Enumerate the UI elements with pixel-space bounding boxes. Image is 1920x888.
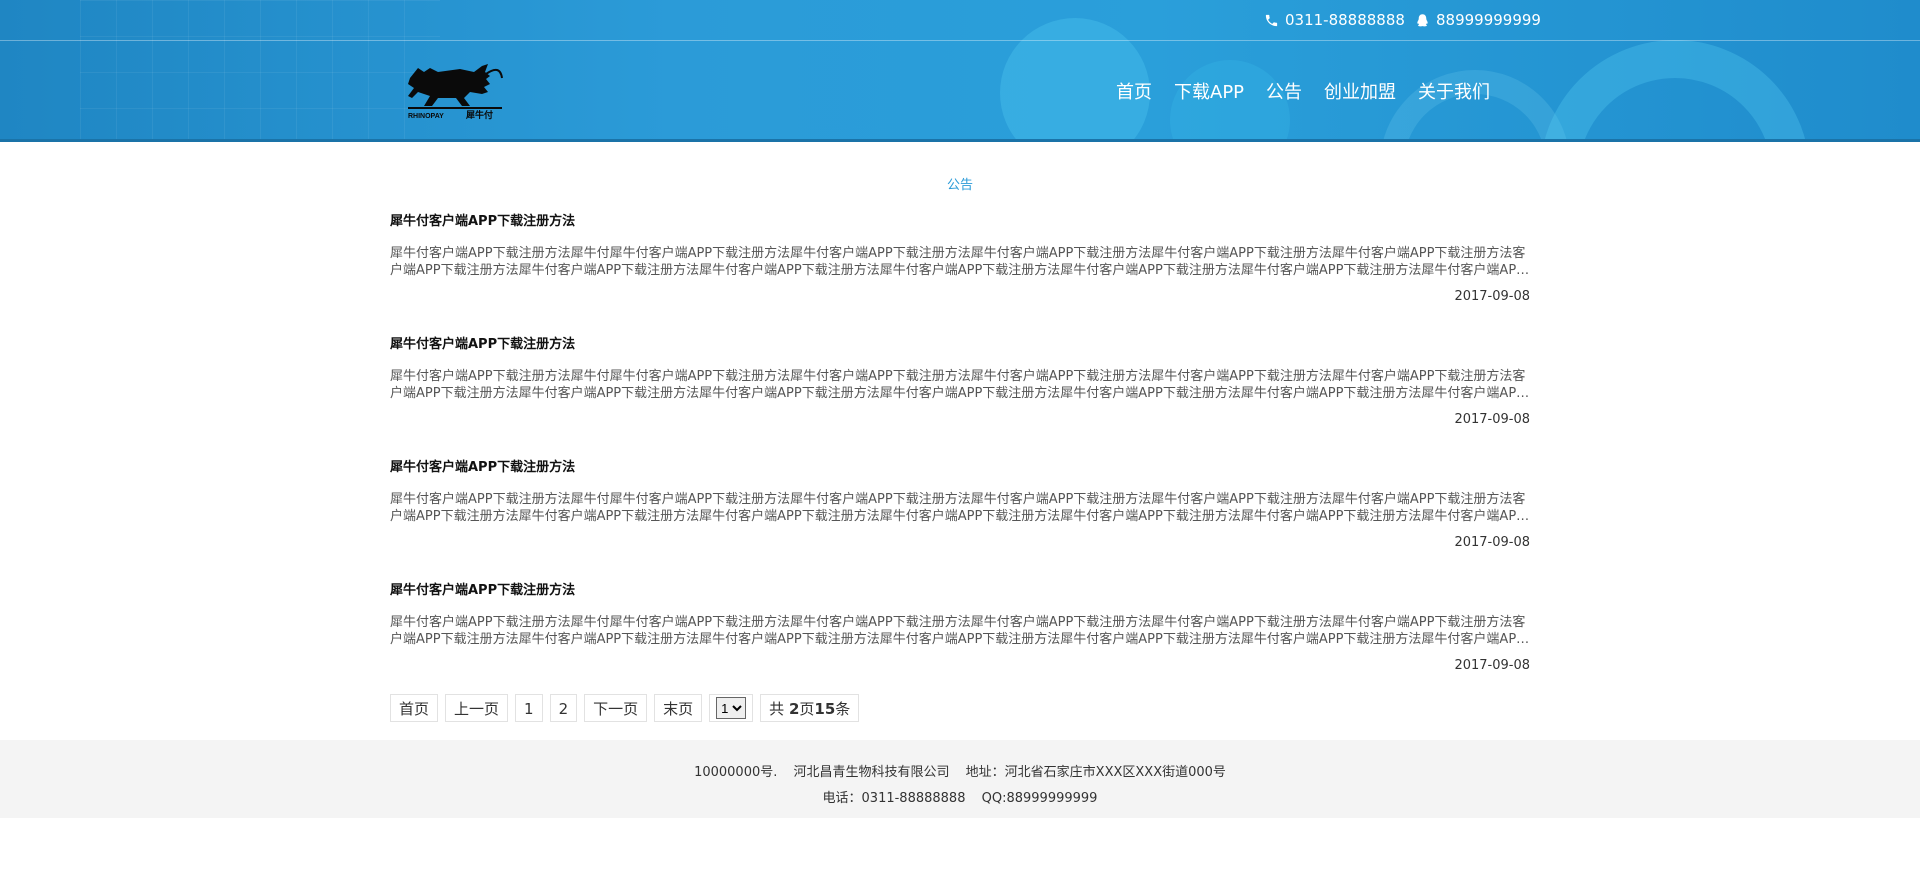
qq-penguin-icon <box>1417 13 1428 26</box>
article-summary: 犀牛付客户端APP下载注册方法犀牛付犀牛付客户端APP下载注册方法犀牛付客户端A… <box>390 615 1526 647</box>
article-date: 2017-09-08 <box>1454 412 1530 427</box>
total-pages: 2 <box>788 700 800 718</box>
article-date: 2017-09-08 <box>1454 535 1530 550</box>
phone-contact: 0311-88888888 <box>1264 11 1405 29</box>
nav-about-us[interactable]: 关于我们 <box>1418 78 1490 104</box>
article-item[interactable]: 犀牛付客户端APP下载注册方法 犀牛付客户端APP下载注册方法犀牛付犀牛付客户端… <box>390 210 1530 304</box>
page-total: 共 2页15条 <box>760 694 860 722</box>
article-title[interactable]: 犀牛付客户端APP下载注册方法 <box>390 456 1530 475</box>
article-item[interactable]: 犀牛付客户端APP下载注册方法 犀牛付客户端APP下载注册方法犀牛付犀牛付客户端… <box>390 456 1530 550</box>
logo-text-left: RHINOPAY <box>408 113 444 120</box>
article-title[interactable]: 犀牛付客户端APP下载注册方法 <box>390 333 1530 352</box>
total-prefix: 共 <box>769 700 785 718</box>
footer-qq: QQ:88999999999 <box>981 791 1098 806</box>
total-items: 15 <box>814 700 836 718</box>
logo-text-right: 犀牛付 <box>465 109 493 121</box>
header-bottom-border <box>0 139 1920 142</box>
article-date: 2017-09-08 <box>1454 658 1530 673</box>
last-page-button[interactable]: 末页 <box>654 694 703 722</box>
article-item[interactable]: 犀牛付客户端APP下载注册方法 犀牛付客户端APP下载注册方法犀牛付犀牛付客户端… <box>390 579 1530 673</box>
header-ring-decoration <box>1540 40 1810 142</box>
article-title[interactable]: 犀牛付客户端APP下载注册方法 <box>390 210 1530 229</box>
phone-number: 0311-88888888 <box>1285 11 1405 29</box>
footer-phone: 电话：0311-88888888 <box>822 791 966 806</box>
phone-icon <box>1265 14 1278 26</box>
site-header: 0311-88888888 88999999999 RHINOPAY 犀牛付 首… <box>0 0 1920 142</box>
site-footer: 10000000号. 河北昌青生物科技有限公司 地址：河北省石家庄市XXX区XX… <box>0 740 1920 818</box>
article-title[interactable]: 犀牛付客户端APP下载注册方法 <box>390 579 1530 598</box>
prev-page-button[interactable]: 上一页 <box>445 694 509 722</box>
nav-download-app[interactable]: 下载APP <box>1174 78 1244 104</box>
page-select[interactable]: 1 <box>716 697 747 719</box>
pagination: 首页 上一页 1 2 下一页 末页 1 共 2页15条 <box>390 694 860 722</box>
article-item[interactable]: 犀牛付客户端APP下载注册方法 犀牛付客户端APP下载注册方法犀牛付犀牛付客户端… <box>390 333 1530 427</box>
page-1-button[interactable]: 1 <box>515 694 543 722</box>
main-nav: 首页 下载APP 公告 创业加盟 关于我们 <box>1116 78 1512 104</box>
article-summary: 犀牛付客户端APP下载注册方法犀牛付犀牛付客户端APP下载注册方法犀牛付客户端A… <box>390 246 1526 278</box>
rhino-logo-icon: RHINOPAY 犀牛付 <box>408 64 503 121</box>
article-date: 2017-09-08 <box>1454 289 1530 304</box>
page-2-button[interactable]: 2 <box>549 694 578 722</box>
pages-unit: 页 <box>799 700 815 718</box>
section-title: 公告 <box>946 178 973 193</box>
page-select-wrapper: 1 <box>709 694 754 722</box>
footer-address: 地址：河北省石家庄市XXX区XXX街道000号 <box>965 765 1226 780</box>
footer-line-2: 电话：0311-88888888 QQ:88999999999 <box>0 787 1920 806</box>
qq-number: 88999999999 <box>1436 11 1541 29</box>
nav-announcements[interactable]: 公告 <box>1266 78 1302 104</box>
footer-line-1: 10000000号. 河北昌青生物科技有限公司 地址：河北省石家庄市XXX区XX… <box>0 761 1920 780</box>
items-unit: 条 <box>835 700 851 718</box>
article-summary: 犀牛付客户端APP下载注册方法犀牛付犀牛付客户端APP下载注册方法犀牛付客户端A… <box>390 369 1526 401</box>
top-contact-bar: 0311-88888888 88999999999 <box>0 0 1920 41</box>
nav-franchise[interactable]: 创业加盟 <box>1324 78 1396 104</box>
footer-company: 河北昌青生物科技有限公司 <box>793 765 950 780</box>
next-page-button[interactable]: 下一页 <box>584 694 648 722</box>
article-summary: 犀牛付客户端APP下载注册方法犀牛付犀牛付客户端APP下载注册方法犀牛付客户端A… <box>390 492 1526 524</box>
qq-contact: 88999999999 <box>1415 11 1541 29</box>
first-page-button[interactable]: 首页 <box>390 694 439 722</box>
footer-icp: 10000000号. <box>694 765 778 780</box>
site-logo[interactable]: RHINOPAY 犀牛付 <box>404 56 506 121</box>
nav-home[interactable]: 首页 <box>1116 78 1152 104</box>
